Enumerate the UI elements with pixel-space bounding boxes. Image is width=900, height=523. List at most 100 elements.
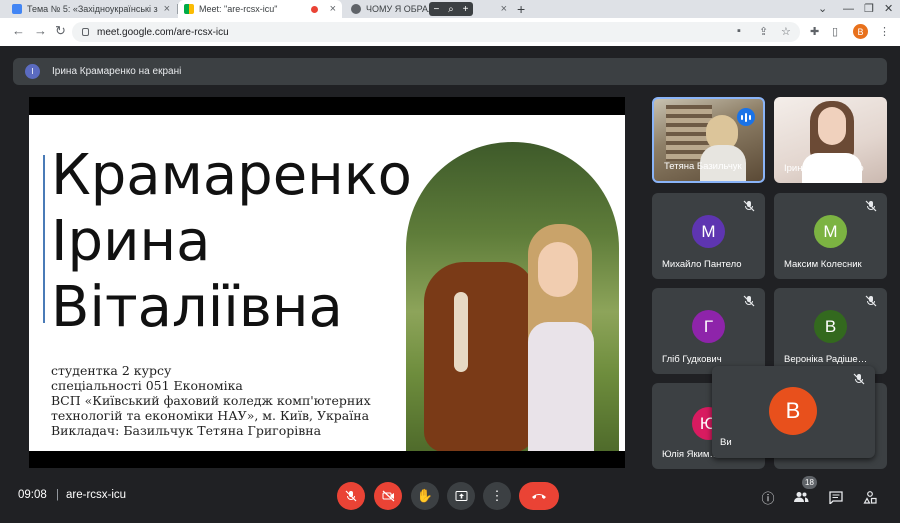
- person-head-shape: [818, 107, 846, 145]
- more-options-button[interactable]: ⋮: [483, 482, 511, 510]
- maximize-icon[interactable]: ❐: [864, 0, 874, 18]
- chrome-icon: [351, 4, 361, 14]
- meeting-details-icon[interactable]: ⓘ: [758, 487, 778, 507]
- mic-off-icon: [743, 295, 755, 307]
- participant-name: Максим Колесник: [784, 259, 862, 270]
- people-icon[interactable]: [791, 487, 811, 507]
- close-tab-icon[interactable]: ×: [501, 3, 507, 15]
- presenter-avatar: І: [25, 64, 40, 79]
- participant-name: Вероніка Радіше…: [784, 354, 868, 365]
- mic-off-icon: [865, 295, 877, 307]
- bookmark-star-icon[interactable]: ☆: [781, 25, 791, 38]
- camera-in-use-icon[interactable]: ▪: [737, 25, 741, 37]
- presenting-label: Ірина Крамаренко на екрані: [52, 66, 182, 77]
- presentation-slide: Крамаренко Ірина Віталіївна студентка 2 …: [29, 115, 625, 451]
- participant-tile[interactable]: М Михайло Пантело: [652, 193, 765, 279]
- girl-shirt-shape: [528, 322, 594, 451]
- side-panel-icon[interactable]: ▯: [832, 25, 838, 38]
- slide-accent-bar: [43, 155, 45, 323]
- participant-name: Гліб Гудкович: [662, 354, 722, 365]
- search-icon: ⌕: [448, 3, 454, 15]
- extensions-icon[interactable]: ✚: [810, 25, 819, 38]
- mic-off-icon: [853, 373, 865, 385]
- participant-name: Ірина Крамаренко: [784, 163, 864, 174]
- first-name: Ірина: [51, 209, 211, 274]
- profile-avatar[interactable]: B: [853, 24, 868, 39]
- participant-tile[interactable]: В Вероніка Радіше…: [774, 288, 887, 374]
- participant-name: Юлія Яким…: [662, 449, 719, 460]
- close-tab-icon[interactable]: ×: [164, 3, 170, 15]
- zoom-in-button[interactable]: +: [463, 4, 469, 15]
- tab-title: Meet: "are-rcsx-icu": [199, 4, 278, 14]
- presentation-stage[interactable]: Крамаренко Ірина Віталіївна студентка 2 …: [29, 97, 625, 468]
- info-line: ВСП «Київський фаховий коледж комп'ютерн…: [51, 393, 371, 408]
- present-now-button[interactable]: [447, 482, 475, 510]
- hand-icon: ✋: [416, 488, 434, 503]
- surname: Крамаренко: [51, 143, 412, 208]
- participant-name: Тетяна Базильчук: [664, 161, 742, 172]
- presenting-banner: І Ірина Крамаренко на екрані: [13, 58, 887, 85]
- camera-off-icon: [382, 490, 394, 502]
- browser-tab-2[interactable]: Meet: "are-rcsx-icu" ×: [178, 0, 342, 18]
- footer-separator: |: [56, 489, 59, 501]
- activities-icon[interactable]: [860, 487, 880, 507]
- girl-face-shape: [538, 242, 578, 297]
- google-meet-icon: [184, 4, 194, 14]
- participant-tile[interactable]: Тетяна Базильчук: [652, 97, 765, 183]
- share-icon[interactable]: ⇪: [759, 25, 768, 38]
- recording-dot-icon: [310, 5, 318, 13]
- mic-off-icon: [865, 200, 877, 212]
- camera-toggle-button[interactable]: [374, 482, 402, 510]
- people-count-badge: 18: [802, 476, 817, 489]
- participant-tile[interactable]: М Максим Колесник: [774, 193, 887, 279]
- mic-off-icon: [345, 490, 357, 502]
- participant-tile[interactable]: Ірина Крамаренко: [774, 97, 887, 183]
- more-vert-icon: ⋮: [490, 488, 504, 503]
- zoom-control[interactable]: − ⌕ +: [429, 2, 473, 16]
- lock-icon: [82, 28, 89, 36]
- horse-blaze-shape: [454, 292, 468, 372]
- participant-avatar: М: [814, 215, 847, 248]
- slide-photo: [406, 142, 619, 451]
- reload-icon[interactable]: ↻: [55, 23, 66, 39]
- present-screen-icon: [455, 491, 467, 501]
- hang-up-icon: [532, 494, 546, 499]
- chat-icon[interactable]: [826, 487, 846, 507]
- raise-hand-button[interactable]: ✋: [411, 482, 439, 510]
- self-avatar: В: [769, 387, 817, 435]
- tab-search-icon[interactable]: ⌄: [818, 0, 827, 18]
- meeting-code: are-rcsx-icu: [66, 489, 127, 501]
- self-name: Ви: [720, 437, 732, 448]
- mic-off-icon: [743, 200, 755, 212]
- participant-tile[interactable]: Г Гліб Гудкович: [652, 288, 765, 374]
- google-classroom-icon: [12, 4, 22, 14]
- mic-toggle-button[interactable]: [337, 482, 365, 510]
- self-view-tile[interactable]: В Ви: [712, 366, 875, 458]
- slide-info: студентка 2 курсу спеціальності 051 Екон…: [51, 363, 371, 438]
- leave-call-button[interactable]: [519, 482, 559, 510]
- browser-tab-bar: Тема № 5: «Західноукраїнські з × Meet: "…: [0, 0, 900, 18]
- slide-title: Крамаренко Ірина Віталіївна: [51, 143, 412, 341]
- clock: 09:08: [18, 489, 47, 501]
- back-icon[interactable]: ←: [12, 23, 25, 38]
- close-tab-icon[interactable]: ×: [330, 3, 336, 15]
- info-line: Викладач: Базильчук Тетяна Григорівна: [51, 423, 322, 438]
- url-bar[interactable]: meet.google.com/are-rcsx-icu: [72, 22, 800, 42]
- tab-title: Тема № 5: «Західноукраїнські з: [27, 4, 158, 14]
- close-window-icon[interactable]: ✕: [884, 0, 893, 18]
- participant-avatar: М: [692, 215, 725, 248]
- browser-tab-1[interactable]: Тема № 5: «Західноукраїнські з ×: [6, 0, 176, 18]
- address-toolbar: ← → ↻ meet.google.com/are-rcsx-icu ▪ ⇪ ☆…: [0, 18, 900, 46]
- browser-menu-icon[interactable]: ⋮: [879, 25, 890, 38]
- new-tab-button[interactable]: +: [517, 0, 525, 18]
- participant-avatar: Г: [692, 310, 725, 343]
- info-line: студентка 2 курсу: [51, 363, 172, 378]
- zoom-out-button[interactable]: −: [433, 4, 439, 15]
- info-line: технологій та економіки НАУ», м. Київ, У…: [51, 408, 370, 423]
- participant-name: Михайло Пантело: [662, 259, 742, 270]
- horse-shape: [424, 262, 534, 451]
- participant-avatar: В: [814, 310, 847, 343]
- forward-icon[interactable]: →: [34, 23, 47, 38]
- minimize-icon[interactable]: —: [843, 0, 854, 18]
- speaking-indicator-icon: [737, 108, 755, 126]
